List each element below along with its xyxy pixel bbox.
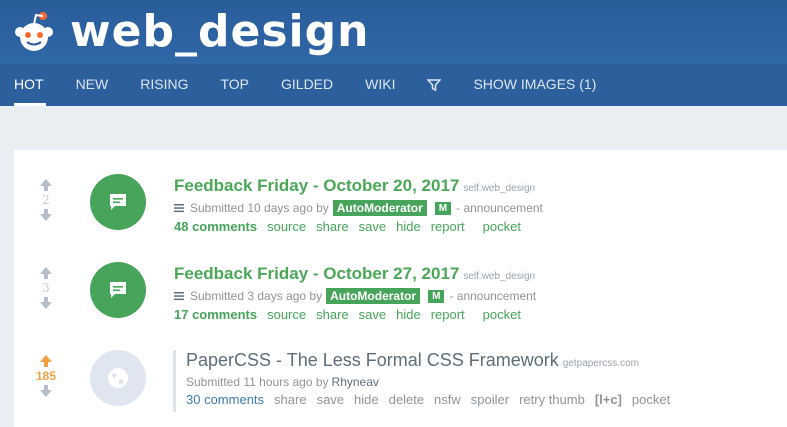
- vote-box: 185: [32, 354, 60, 398]
- source-link[interactable]: source: [267, 219, 306, 234]
- post-tagline: Submitted 11 hours ago by Rhyneav: [186, 375, 680, 389]
- upvote-arrow-icon[interactable]: [39, 178, 53, 192]
- report-link[interactable]: report: [431, 219, 465, 234]
- share-link[interactable]: share: [316, 307, 349, 322]
- pocket-link[interactable]: pocket: [632, 392, 670, 407]
- post-score: 3: [42, 281, 50, 295]
- author-link[interactable]: AutoModerator: [326, 288, 421, 304]
- tab-rising[interactable]: RISING: [124, 64, 204, 106]
- subreddit-header: web_design: [0, 0, 787, 64]
- tab-top[interactable]: TOP: [204, 64, 265, 106]
- report-link[interactable]: report: [431, 307, 465, 322]
- tab-new[interactable]: NEW: [60, 64, 125, 106]
- post-row: 185 PaperCSS - The Less Formal CSS Frame…: [14, 326, 787, 427]
- vote-box: 2: [32, 178, 60, 222]
- save-link[interactable]: save: [317, 392, 344, 407]
- post-domain[interactable]: getpapercss.com: [563, 358, 639, 369]
- reddit-alien-icon[interactable]: [12, 10, 56, 54]
- chat-bubble-icon: [110, 282, 126, 298]
- source-link[interactable]: source: [267, 307, 306, 322]
- post-flair: - announcement: [456, 201, 543, 215]
- upvote-arrow-icon[interactable]: [39, 266, 53, 280]
- post-title[interactable]: Feedback Friday - October 20, 2017: [174, 176, 459, 195]
- post-row: 2 Feedback Friday - October 20, 2017 self…: [14, 150, 787, 238]
- share-link[interactable]: share: [274, 392, 307, 407]
- selected-post-rule: [173, 350, 176, 412]
- share-link[interactable]: share: [316, 219, 349, 234]
- funnel-icon: [427, 79, 442, 92]
- nav-spacer: [0, 106, 787, 150]
- post-domain[interactable]: self.web_design: [463, 183, 535, 194]
- post-row: 3 Feedback Friday - October 27, 2017 self…: [14, 238, 787, 326]
- sort-nav: HOT NEW RISING TOP GILDED WIKI SHOW IMAG…: [0, 64, 787, 106]
- subreddit-title[interactable]: web_design: [70, 6, 369, 57]
- post-entry: Feedback Friday - October 27, 2017 self.w…: [174, 264, 536, 322]
- post-buttons: 48 comments source share save hide report pock…: [174, 219, 543, 234]
- author-link[interactable]: AutoModerator: [332, 200, 427, 216]
- hide-link[interactable]: hide: [354, 392, 379, 407]
- spoiler-link[interactable]: spoiler: [471, 392, 509, 407]
- post-domain[interactable]: self.web_design: [463, 271, 535, 282]
- filter-button[interactable]: [411, 64, 457, 106]
- post-flair: - announcement: [449, 289, 537, 303]
- link-post-thumbnail[interactable]: [90, 350, 146, 406]
- post-tagline: Submitted 10 days ago by AutoModerator M…: [174, 200, 543, 216]
- globe-icon: [108, 368, 128, 388]
- tab-gilded[interactable]: GILDED: [265, 64, 349, 106]
- submitted-text: Submitted 11 hours ago by: [186, 375, 329, 389]
- post-entry: Feedback Friday - October 20, 2017 self.w…: [174, 176, 543, 234]
- nsfw-link[interactable]: nsfw: [434, 392, 461, 407]
- post-score: 185: [35, 369, 57, 383]
- comments-link[interactable]: 30 comments: [186, 392, 264, 407]
- comments-link[interactable]: 17 comments: [174, 307, 257, 322]
- chat-bubble-icon: [110, 194, 126, 210]
- menu-icon[interactable]: [174, 203, 184, 213]
- post-score: 2: [42, 193, 50, 207]
- downvote-arrow-icon[interactable]: [39, 384, 53, 398]
- self-post-thumbnail[interactable]: [90, 262, 146, 318]
- pocket-link[interactable]: pocket: [483, 307, 521, 322]
- tab-hot[interactable]: HOT: [0, 64, 60, 106]
- comments-link[interactable]: 48 comments: [174, 219, 257, 234]
- show-images-button[interactable]: SHOW IMAGES (1): [457, 64, 612, 106]
- moderator-badge: M: [434, 201, 452, 215]
- pocket-link[interactable]: pocket: [483, 219, 521, 234]
- post-list: 2 Feedback Friday - October 20, 2017 self…: [14, 150, 787, 427]
- downvote-arrow-icon[interactable]: [39, 208, 53, 222]
- self-post-thumbnail[interactable]: [90, 174, 146, 230]
- tab-wiki[interactable]: WIKI: [349, 64, 411, 106]
- menu-icon[interactable]: [174, 291, 184, 301]
- save-link[interactable]: save: [359, 219, 386, 234]
- post-title[interactable]: Feedback Friday - October 27, 2017: [174, 264, 459, 283]
- hide-link[interactable]: hide: [396, 307, 421, 322]
- author-link[interactable]: Rhyneav: [332, 375, 379, 389]
- save-link[interactable]: save: [359, 307, 386, 322]
- delete-link[interactable]: delete: [389, 392, 424, 407]
- post-buttons: 30 comments share save hide delete nsfw spoile…: [186, 392, 680, 407]
- submitted-text: Submitted 10 days ago by: [190, 201, 329, 215]
- post-entry: PaperCSS - The Less Formal CSS Framework…: [186, 350, 680, 407]
- retry-thumb-link[interactable]: retry thumb: [519, 392, 585, 407]
- hide-link[interactable]: hide: [396, 219, 421, 234]
- submitted-text: Submitted 3 days ago by: [190, 289, 323, 303]
- post-tagline: Submitted 3 days ago by AutoModerator M …: [174, 288, 536, 304]
- downvote-arrow-icon[interactable]: [39, 296, 53, 310]
- moderator-badge: M: [428, 289, 445, 303]
- post-buttons: 17 comments source share save hide report pock…: [174, 307, 536, 322]
- links-comments-link[interactable]: [l+c]: [595, 392, 622, 407]
- post-title[interactable]: PaperCSS - The Less Formal CSS Framework: [186, 350, 559, 370]
- vote-box: 3: [32, 266, 60, 310]
- upvote-arrow-icon[interactable]: [39, 354, 53, 368]
